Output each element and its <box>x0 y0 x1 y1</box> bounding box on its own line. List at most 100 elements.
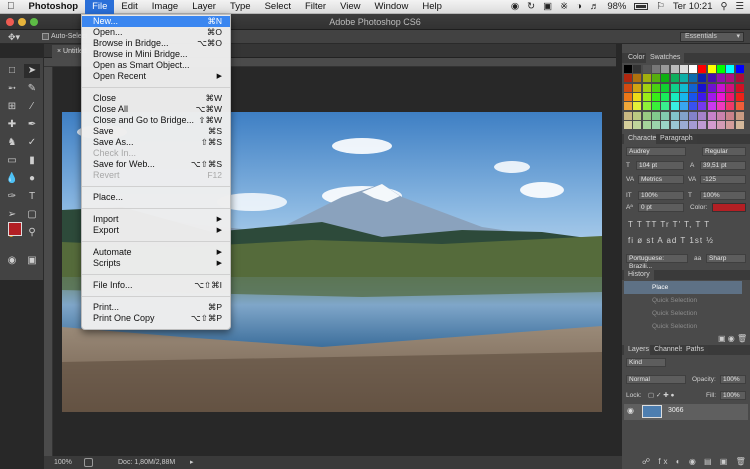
swatch[interactable] <box>735 65 744 73</box>
swatch[interactable] <box>651 102 660 111</box>
menu-item-browse-in-bridge[interactable]: Browse in Bridge... ⌥⌘O <box>82 38 230 49</box>
swatch[interactable] <box>679 120 688 129</box>
fill-field[interactable]: 100% <box>720 391 746 400</box>
swatch[interactable] <box>698 83 707 92</box>
quick-selection-tool-icon[interactable]: ✎ <box>24 82 40 96</box>
swatch[interactable] <box>661 92 670 101</box>
swatch[interactable] <box>624 74 632 83</box>
history-state[interactable]: Quick Selection <box>624 320 742 333</box>
swatch[interactable] <box>707 92 716 101</box>
status-menu-icon[interactable] <box>84 458 93 467</box>
blend-mode-select[interactable]: Normal <box>626 375 686 384</box>
swatch[interactable] <box>624 83 632 92</box>
swatch[interactable] <box>735 102 744 111</box>
swatch[interactable] <box>707 111 716 120</box>
swatch[interactable] <box>670 74 679 83</box>
swatch[interactable] <box>726 111 735 120</box>
swatch[interactable] <box>679 65 688 73</box>
vertical-scale-field[interactable]: 100% <box>638 191 684 200</box>
swatch[interactable] <box>689 92 698 101</box>
menu-select[interactable]: Select <box>258 0 298 14</box>
dodge-tool-icon[interactable]: ● <box>24 172 40 186</box>
tab-history[interactable]: History <box>624 270 654 280</box>
swatch[interactable] <box>707 65 716 73</box>
swatch[interactable] <box>642 74 651 83</box>
flag-icon[interactable]: ⚐ <box>656 1 665 12</box>
swatch[interactable] <box>633 92 642 101</box>
menu-window[interactable]: Window <box>368 0 416 14</box>
swatch[interactable] <box>642 83 651 92</box>
menu-item-export[interactable]: Export ▶ <box>82 225 230 236</box>
lasso-tool-icon[interactable]: ➵ <box>4 82 20 96</box>
swatch[interactable] <box>707 102 716 111</box>
menu-filter[interactable]: Filter <box>298 0 333 14</box>
baseline-shift-field[interactable]: 0 pt <box>638 203 684 212</box>
history-state[interactable]: Quick Selection <box>624 294 742 307</box>
text-color-swatch[interactable] <box>712 203 746 212</box>
swatch[interactable] <box>735 111 744 120</box>
menu-edit[interactable]: Edit <box>114 0 144 14</box>
swatch[interactable] <box>661 102 670 111</box>
swatch[interactable] <box>717 65 725 73</box>
swatch[interactable] <box>707 74 716 83</box>
clone-stamp-tool-icon[interactable]: ♞ <box>4 136 20 150</box>
sync-icon[interactable]: ↻ <box>527 1 535 12</box>
opentype-buttons[interactable]: fi ø st A ad T 1st ½ <box>628 236 714 245</box>
brush-tool-icon[interactable]: ✒ <box>24 118 40 132</box>
camera-icon[interactable]: ◉ <box>511 1 519 12</box>
pen-tool-icon[interactable]: ✑ <box>4 190 20 204</box>
swatch[interactable] <box>707 120 716 129</box>
swatch[interactable] <box>726 102 735 111</box>
opacity-field[interactable]: 100% <box>720 375 746 384</box>
menu-item-close-all[interactable]: Close All ⌥⌘W <box>82 104 230 115</box>
swatch[interactable] <box>698 74 707 83</box>
eyedropper-tool-icon[interactable]: ⁄ <box>24 100 40 114</box>
menu-item-save[interactable]: Save ⌘S <box>82 126 230 137</box>
blur-tool-icon[interactable]: 💧 <box>4 172 20 186</box>
menu-item-file-info[interactable]: File Info... ⌥⇧⌘I <box>82 280 230 291</box>
battery-icon[interactable] <box>634 3 649 10</box>
swatch[interactable] <box>679 92 688 101</box>
menu-item-save-for-web[interactable]: Save for Web... ⌥⇧⌘S <box>82 159 230 170</box>
swatch[interactable] <box>698 65 707 73</box>
swatch[interactable] <box>717 120 725 129</box>
swatch[interactable] <box>717 102 725 111</box>
battery-percent[interactable]: 98% <box>607 1 626 12</box>
horizontal-scale-field[interactable]: 100% <box>700 191 746 200</box>
minimize-window-icon[interactable] <box>18 18 26 26</box>
layer-filter-select[interactable]: Kind <box>626 358 666 367</box>
menu-item-close[interactable]: Close ⌘W <box>82 93 230 104</box>
swatch[interactable] <box>698 111 707 120</box>
notification-icon[interactable]: ☰ <box>735 1 744 12</box>
swatch[interactable] <box>679 74 688 83</box>
swatch[interactable] <box>661 74 670 83</box>
swatch[interactable] <box>679 83 688 92</box>
swatch[interactable] <box>698 92 707 101</box>
menu-view[interactable]: View <box>333 0 367 14</box>
gradient-tool-icon[interactable]: ▮ <box>24 154 40 168</box>
swatch[interactable] <box>735 120 744 129</box>
history-actions-icon[interactable]: ▣ ◉ 🗑 <box>718 334 747 343</box>
swatch[interactable] <box>651 111 660 120</box>
swatch[interactable] <box>735 92 744 101</box>
swatch[interactable] <box>689 83 698 92</box>
menu-item-import[interactable]: Import ▶ <box>82 214 230 225</box>
tab-swatches[interactable]: Swatches <box>646 53 685 63</box>
layer-name[interactable]: 3066 <box>668 407 684 414</box>
menu-type[interactable]: Type <box>223 0 258 14</box>
tab-paths[interactable]: Paths <box>682 345 708 355</box>
menu-item-new[interactable]: New... ⌘N <box>82 16 230 27</box>
menu-item-close-and-go-to-bridge[interactable]: Close and Go to Bridge... ⇧⌘W <box>82 115 230 126</box>
menu-item-print[interactable]: Print... ⌘P <box>82 302 230 313</box>
foreground-color-swatch[interactable] <box>8 222 22 236</box>
font-family-select[interactable]: Audrey <box>626 147 686 156</box>
swatch[interactable] <box>642 102 651 111</box>
swatch[interactable] <box>624 65 632 73</box>
swatch[interactable] <box>726 83 735 92</box>
history-state-place[interactable]: Place <box>624 281 742 294</box>
menu-item-print-one-copy[interactable]: Print One Copy ⌥⇧⌘P <box>82 313 230 324</box>
menu-item-open-as-smart-object[interactable]: Open as Smart Object... <box>82 60 230 71</box>
swatch-grid[interactable] <box>624 65 746 131</box>
swatch[interactable] <box>670 102 679 111</box>
swatch[interactable] <box>633 83 642 92</box>
